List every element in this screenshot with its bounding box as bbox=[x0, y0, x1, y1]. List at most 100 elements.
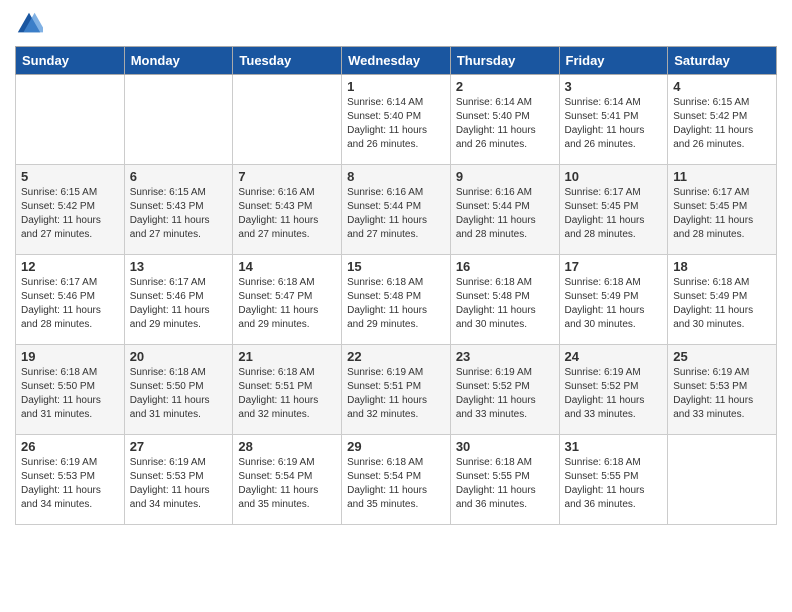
day-number: 17 bbox=[565, 259, 663, 274]
calendar-cell: 19 Sunrise: 6:18 AM Sunset: 5:50 PM Dayli… bbox=[16, 345, 125, 435]
page-header bbox=[15, 10, 777, 38]
calendar-cell: 18 Sunrise: 6:18 AM Sunset: 5:49 PM Dayli… bbox=[668, 255, 777, 345]
day-number: 29 bbox=[347, 439, 445, 454]
calendar-cell: 31Sunrise: 6:18 AM Sunset: 5:55 PM Dayli… bbox=[559, 435, 668, 525]
day-number: 12 bbox=[21, 259, 119, 274]
cell-info: Sunrise: 6:18 AM Sunset: 5:49 PM Dayligh… bbox=[673, 276, 771, 332]
day-number: 8 bbox=[347, 169, 445, 184]
calendar-cell: 6 Sunrise: 6:15 AM Sunset: 5:43 PM Daylig… bbox=[124, 165, 233, 255]
cell-info: Sunrise: 6:14 AM Sunset: 5:40 PM Dayligh… bbox=[347, 96, 445, 152]
cell-info: Sunrise: 6:19 AM Sunset: 5:51 PM Dayligh… bbox=[347, 366, 445, 422]
cell-info: Sunrise: 6:16 AM Sunset: 5:43 PM Dayligh… bbox=[238, 186, 336, 242]
day-number: 10 bbox=[565, 169, 663, 184]
cell-info: Sunrise: 6:15 AM Sunset: 5:43 PM Dayligh… bbox=[130, 186, 228, 242]
weekday-monday: Monday bbox=[124, 47, 233, 75]
day-number: 21 bbox=[238, 349, 336, 364]
cell-info: Sunrise: 6:16 AM Sunset: 5:44 PM Dayligh… bbox=[456, 186, 554, 242]
cell-info: Sunrise: 6:14 AM Sunset: 5:41 PM Dayligh… bbox=[565, 96, 663, 152]
calendar-cell: 5Sunrise: 6:15 AM Sunset: 5:42 PM Daylig… bbox=[16, 165, 125, 255]
cell-info: Sunrise: 6:16 AM Sunset: 5:44 PM Dayligh… bbox=[347, 186, 445, 242]
cell-info: Sunrise: 6:18 AM Sunset: 5:55 PM Dayligh… bbox=[456, 456, 554, 512]
calendar-cell: 10 Sunrise: 6:17 AM Sunset: 5:45 PM Dayli… bbox=[559, 165, 668, 255]
calendar-cell: 21 Sunrise: 6:18 AM Sunset: 5:51 PM Dayli… bbox=[233, 345, 342, 435]
calendar-cell: 4 Sunrise: 6:15 AM Sunset: 5:42 PM Daylig… bbox=[668, 75, 777, 165]
day-number: 25 bbox=[673, 349, 771, 364]
calendar-cell: 2Sunrise: 6:14 AM Sunset: 5:40 PM Daylig… bbox=[450, 75, 559, 165]
day-number: 30 bbox=[456, 439, 554, 454]
day-number: 20 bbox=[130, 349, 228, 364]
day-number: 15 bbox=[347, 259, 445, 274]
calendar-cell: 8 Sunrise: 6:16 AM Sunset: 5:44 PM Daylig… bbox=[342, 165, 451, 255]
cell-info: Sunrise: 6:19 AM Sunset: 5:53 PM Dayligh… bbox=[21, 456, 119, 512]
cell-info: Sunrise: 6:18 AM Sunset: 5:50 PM Dayligh… bbox=[21, 366, 119, 422]
cell-info: Sunrise: 6:17 AM Sunset: 5:46 PM Dayligh… bbox=[21, 276, 119, 332]
cell-info: Sunrise: 6:18 AM Sunset: 5:50 PM Dayligh… bbox=[130, 366, 228, 422]
weekday-wednesday: Wednesday bbox=[342, 47, 451, 75]
calendar-cell: 15Sunrise: 6:18 AM Sunset: 5:48 PM Dayli… bbox=[342, 255, 451, 345]
cell-info: Sunrise: 6:17 AM Sunset: 5:46 PM Dayligh… bbox=[130, 276, 228, 332]
calendar-cell: 28 Sunrise: 6:19 AM Sunset: 5:54 PM Dayli… bbox=[233, 435, 342, 525]
calendar-cell: 12 Sunrise: 6:17 AM Sunset: 5:46 PM Dayli… bbox=[16, 255, 125, 345]
day-number: 4 bbox=[673, 79, 771, 94]
day-number: 11 bbox=[673, 169, 771, 184]
cell-info: Sunrise: 6:19 AM Sunset: 5:52 PM Dayligh… bbox=[565, 366, 663, 422]
week-row-2: 5Sunrise: 6:15 AM Sunset: 5:42 PM Daylig… bbox=[16, 165, 777, 255]
day-number: 9 bbox=[456, 169, 554, 184]
cell-info: Sunrise: 6:17 AM Sunset: 5:45 PM Dayligh… bbox=[673, 186, 771, 242]
calendar-table: SundayMondayTuesdayWednesdayThursdayFrid… bbox=[15, 46, 777, 525]
cell-info: Sunrise: 6:18 AM Sunset: 5:47 PM Dayligh… bbox=[238, 276, 336, 332]
cell-info: Sunrise: 6:19 AM Sunset: 5:52 PM Dayligh… bbox=[456, 366, 554, 422]
calendar-cell: 27Sunrise: 6:19 AM Sunset: 5:53 PM Dayli… bbox=[124, 435, 233, 525]
calendar-cell: 24 Sunrise: 6:19 AM Sunset: 5:52 PM Dayli… bbox=[559, 345, 668, 435]
cell-info: Sunrise: 6:19 AM Sunset: 5:54 PM Dayligh… bbox=[238, 456, 336, 512]
weekday-tuesday: Tuesday bbox=[233, 47, 342, 75]
day-number: 5 bbox=[21, 169, 119, 184]
calendar-cell: 9 Sunrise: 6:16 AM Sunset: 5:44 PM Daylig… bbox=[450, 165, 559, 255]
day-number: 13 bbox=[130, 259, 228, 274]
cell-info: Sunrise: 6:19 AM Sunset: 5:53 PM Dayligh… bbox=[673, 366, 771, 422]
cell-info: Sunrise: 6:18 AM Sunset: 5:48 PM Dayligh… bbox=[456, 276, 554, 332]
day-number: 22 bbox=[347, 349, 445, 364]
day-number: 23 bbox=[456, 349, 554, 364]
cell-info: Sunrise: 6:18 AM Sunset: 5:55 PM Dayligh… bbox=[565, 456, 663, 512]
day-number: 28 bbox=[238, 439, 336, 454]
calendar-cell: 1 Sunrise: 6:14 AM Sunset: 5:40 PM Daylig… bbox=[342, 75, 451, 165]
calendar-cell: 7Sunrise: 6:16 AM Sunset: 5:43 PM Daylig… bbox=[233, 165, 342, 255]
logo bbox=[15, 10, 47, 38]
calendar-cell bbox=[124, 75, 233, 165]
calendar-cell bbox=[668, 435, 777, 525]
cell-info: Sunrise: 6:17 AM Sunset: 5:45 PM Dayligh… bbox=[565, 186, 663, 242]
calendar-cell: 17 Sunrise: 6:18 AM Sunset: 5:49 PM Dayli… bbox=[559, 255, 668, 345]
cell-info: Sunrise: 6:18 AM Sunset: 5:51 PM Dayligh… bbox=[238, 366, 336, 422]
calendar-cell: 16 Sunrise: 6:18 AM Sunset: 5:48 PM Dayli… bbox=[450, 255, 559, 345]
calendar-cell: 14Sunrise: 6:18 AM Sunset: 5:47 PM Dayli… bbox=[233, 255, 342, 345]
cell-info: Sunrise: 6:18 AM Sunset: 5:49 PM Dayligh… bbox=[565, 276, 663, 332]
logo-icon bbox=[15, 10, 43, 38]
weekday-thursday: Thursday bbox=[450, 47, 559, 75]
calendar-cell: 13 Sunrise: 6:17 AM Sunset: 5:46 PM Dayli… bbox=[124, 255, 233, 345]
calendar-cell: 30 Sunrise: 6:18 AM Sunset: 5:55 PM Dayli… bbox=[450, 435, 559, 525]
calendar-cell: 3Sunrise: 6:14 AM Sunset: 5:41 PM Daylig… bbox=[559, 75, 668, 165]
weekday-header-row: SundayMondayTuesdayWednesdayThursdayFrid… bbox=[16, 47, 777, 75]
calendar-cell: 23 Sunrise: 6:19 AM Sunset: 5:52 PM Dayli… bbox=[450, 345, 559, 435]
weekday-friday: Friday bbox=[559, 47, 668, 75]
weekday-sunday: Sunday bbox=[16, 47, 125, 75]
calendar-cell: 25 Sunrise: 6:19 AM Sunset: 5:53 PM Dayli… bbox=[668, 345, 777, 435]
weekday-saturday: Saturday bbox=[668, 47, 777, 75]
week-row-5: 26 Sunrise: 6:19 AM Sunset: 5:53 PM Dayli… bbox=[16, 435, 777, 525]
day-number: 24 bbox=[565, 349, 663, 364]
cell-info: Sunrise: 6:15 AM Sunset: 5:42 PM Dayligh… bbox=[673, 96, 771, 152]
calendar-cell: 20 Sunrise: 6:18 AM Sunset: 5:50 PM Dayli… bbox=[124, 345, 233, 435]
day-number: 26 bbox=[21, 439, 119, 454]
day-number: 2 bbox=[456, 79, 554, 94]
calendar-cell: 29 Sunrise: 6:18 AM Sunset: 5:54 PM Dayli… bbox=[342, 435, 451, 525]
day-number: 27 bbox=[130, 439, 228, 454]
calendar-cell bbox=[233, 75, 342, 165]
day-number: 6 bbox=[130, 169, 228, 184]
day-number: 1 bbox=[347, 79, 445, 94]
day-number: 19 bbox=[21, 349, 119, 364]
calendar-cell: 22 Sunrise: 6:19 AM Sunset: 5:51 PM Dayli… bbox=[342, 345, 451, 435]
day-number: 18 bbox=[673, 259, 771, 274]
day-number: 16 bbox=[456, 259, 554, 274]
cell-info: Sunrise: 6:18 AM Sunset: 5:54 PM Dayligh… bbox=[347, 456, 445, 512]
